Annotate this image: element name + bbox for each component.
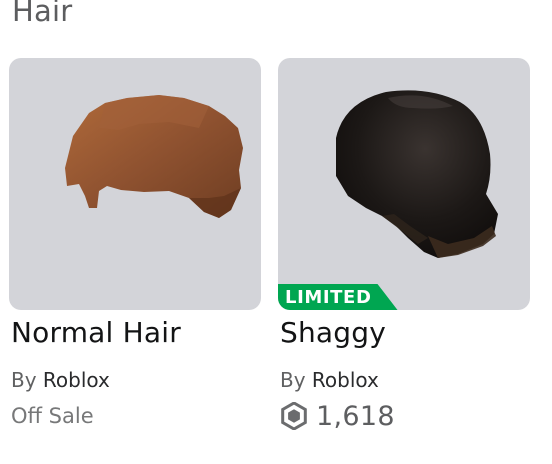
hair-thumbnail-image bbox=[65, 95, 243, 218]
creator-prefix: By bbox=[11, 368, 37, 392]
robux-icon bbox=[280, 401, 308, 431]
item-thumbnail[interactable]: LIMITED bbox=[278, 58, 530, 310]
section-title: Hair bbox=[12, 0, 73, 28]
creator-line: By Roblox bbox=[11, 368, 110, 392]
item-name[interactable]: Shaggy bbox=[280, 316, 386, 349]
price-amount: 1,618 bbox=[316, 400, 395, 432]
item-card-shaggy[interactable]: LIMITED Shaggy By Roblox 1,618 bbox=[278, 58, 530, 432]
creator-line: By Roblox bbox=[280, 368, 379, 392]
price-row: Off Sale bbox=[11, 400, 94, 432]
limited-badge: LIMITED bbox=[278, 284, 398, 310]
off-sale-label: Off Sale bbox=[11, 404, 94, 428]
item-thumbnail[interactable] bbox=[9, 58, 261, 310]
hair-thumbnail-image bbox=[336, 90, 498, 258]
price-row: 1,618 bbox=[280, 400, 395, 432]
creator-link[interactable]: Roblox bbox=[43, 368, 110, 392]
item-card-normal-hair[interactable]: Normal Hair By Roblox Off Sale bbox=[9, 58, 261, 428]
item-name[interactable]: Normal Hair bbox=[11, 316, 181, 349]
creator-link[interactable]: Roblox bbox=[312, 368, 379, 392]
creator-prefix: By bbox=[280, 368, 306, 392]
